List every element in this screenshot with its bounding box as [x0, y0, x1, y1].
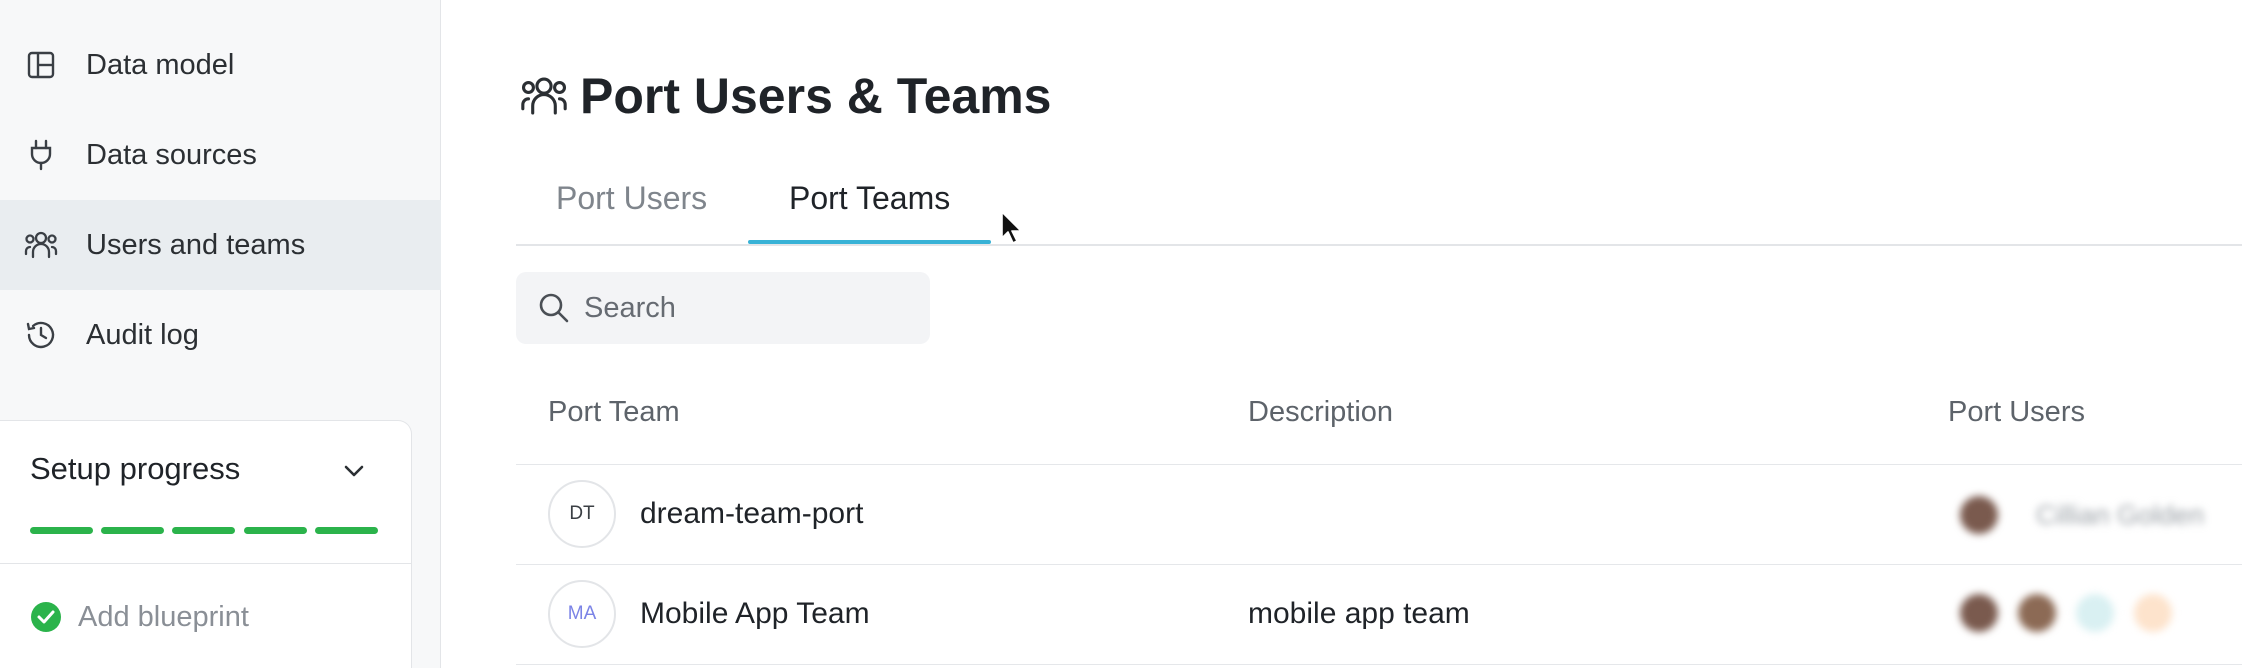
- port-users-cell: Cillian Golden: [1960, 494, 2240, 536]
- mouse-cursor-icon: [1000, 210, 1024, 246]
- progress-segment: [315, 527, 378, 534]
- search-box: [516, 272, 930, 344]
- history-icon: [24, 318, 58, 352]
- setup-progress-title: Setup progress: [30, 451, 241, 486]
- avatar: [2018, 594, 2056, 632]
- search-input[interactable]: [584, 272, 914, 344]
- setup-step-label[interactable]: Add blueprint: [78, 601, 249, 633]
- column-header-description[interactable]: Description: [1248, 394, 1393, 430]
- check-circle-icon: [30, 601, 62, 633]
- port-users-cell: [1960, 592, 2180, 634]
- progress-segment: [30, 527, 93, 534]
- sidebar-item-data-sources[interactable]: Data sources: [0, 110, 441, 200]
- avatar: [1960, 496, 1998, 534]
- row-divider: [516, 664, 2242, 665]
- active-tab-indicator: [748, 240, 991, 244]
- sidebar-item-data-model[interactable]: Data model: [0, 20, 441, 110]
- tab-port-teams[interactable]: Port Teams: [789, 178, 950, 218]
- avatar: [2076, 594, 2114, 632]
- search-icon: [538, 292, 570, 324]
- tabs-divider: [516, 244, 2242, 246]
- sidebar: Data model Data sources Users and teams …: [0, 0, 441, 668]
- users-icon: [24, 228, 58, 262]
- avatar: [2134, 594, 2172, 632]
- row-divider: [516, 464, 2242, 465]
- setup-progress-card: Setup progress Add blueprint: [0, 420, 412, 668]
- column-header-port-users[interactable]: Port Users: [1948, 394, 2085, 430]
- users-icon: [520, 73, 568, 119]
- progress-segment: [244, 527, 307, 534]
- team-name: Mobile App Team: [640, 597, 870, 630]
- sidebar-item-users-and-teams[interactable]: Users and teams: [0, 200, 441, 290]
- team-avatar: DT: [548, 480, 616, 548]
- avatar: [1960, 594, 1998, 632]
- progress-segment: [172, 527, 235, 534]
- tab-port-users[interactable]: Port Users: [556, 178, 707, 218]
- sidebar-item-label: Users and teams: [86, 228, 306, 261]
- sidebar-item-label: Data sources: [86, 138, 257, 171]
- user-name: Cillian Golden: [2036, 500, 2205, 530]
- sidebar-item-label: Data model: [86, 48, 235, 81]
- team-initials: MA: [567, 603, 597, 624]
- column-header-port-team[interactable]: Port Team: [548, 394, 680, 430]
- divider: [0, 563, 412, 564]
- sidebar-item-label: Audit log: [86, 318, 199, 351]
- progress-segment: [101, 527, 164, 534]
- layout-icon: [24, 48, 58, 82]
- team-description: mobile app team: [1248, 597, 1470, 630]
- team-avatar: MA: [548, 580, 616, 648]
- chevron-down-icon[interactable]: [340, 461, 368, 481]
- team-name: dream-team-port: [640, 497, 864, 530]
- sidebar-item-audit-log[interactable]: Audit log: [0, 290, 441, 380]
- plug-icon: [24, 138, 58, 172]
- team-initials: DT: [569, 503, 595, 524]
- row-divider: [516, 564, 2242, 565]
- page-title: Port Users & Teams: [580, 68, 1052, 124]
